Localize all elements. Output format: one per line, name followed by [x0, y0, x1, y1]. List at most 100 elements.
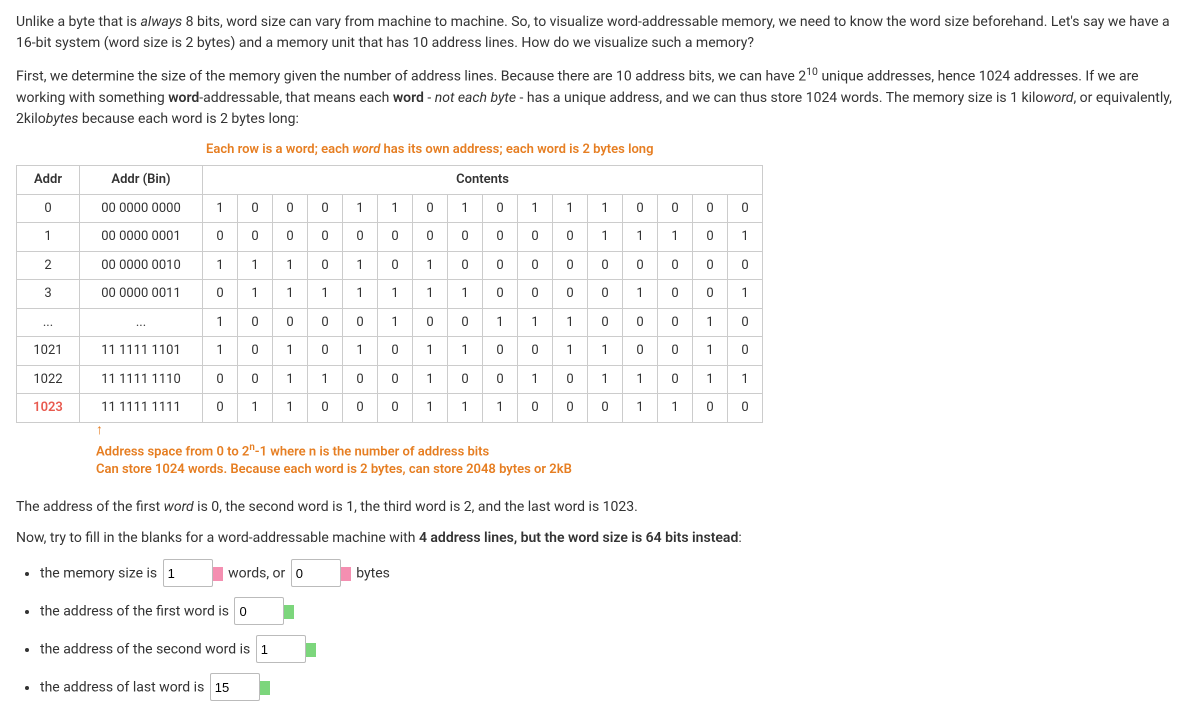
second-word-addr-input[interactable]	[256, 635, 306, 663]
bit-cell: 1	[343, 194, 378, 223]
diagram-bottom-caption: Address space from 0 to 2n-1 where n is …	[96, 441, 1184, 480]
text: Address space from 0 to 2	[96, 444, 249, 459]
last-word-addr-input[interactable]	[210, 673, 260, 701]
bit-cell: 0	[553, 365, 588, 394]
bit-cell: 1	[343, 251, 378, 280]
bit-cell: 0	[238, 365, 273, 394]
bit-cell: 1	[413, 365, 448, 394]
bit-cell: 0	[343, 394, 378, 423]
text: because each word is 2 bytes long:	[78, 111, 299, 127]
bit-cell: 0	[448, 251, 483, 280]
bit-cell: 1	[693, 337, 728, 366]
text: -addressable, that means each	[199, 90, 393, 106]
bit-cell: 1	[623, 394, 658, 423]
status-chip-icon	[260, 681, 270, 695]
bit-cell: 0	[483, 194, 518, 223]
bit-cell: 0	[728, 308, 763, 337]
list-item: the address of last word is	[40, 673, 1184, 701]
bit-cell: 0	[483, 280, 518, 309]
text: is 0, the second word is 1, the third wo…	[194, 499, 638, 515]
bit-cell: 0	[203, 223, 238, 252]
bit-cell: 0	[203, 280, 238, 309]
bit-cell: 1	[483, 308, 518, 337]
bit-cell: 0	[623, 251, 658, 280]
bit-cell: 1	[413, 251, 448, 280]
bit-cell: 1	[378, 194, 413, 223]
addr-cell: 0	[17, 194, 80, 223]
bit-cell: 1	[273, 337, 308, 366]
bit-cell: 1	[728, 223, 763, 252]
text: the address of last word is	[40, 680, 208, 696]
memory-size-words-input[interactable]	[163, 559, 213, 587]
bit-cell: 1	[273, 394, 308, 423]
bit-cell: 0	[378, 394, 413, 423]
bit-cell: 0	[308, 194, 343, 223]
bit-cell: 0	[413, 308, 448, 337]
bit-cell: 0	[693, 223, 728, 252]
bit-cell: 1	[553, 337, 588, 366]
bit-cell: 1	[518, 365, 553, 394]
bit-cell: 0	[518, 280, 553, 309]
bit-cell: 0	[623, 194, 658, 223]
bit-cell: 0	[588, 280, 623, 309]
bit-cell: 1	[413, 337, 448, 366]
diagram-top-caption: Each row is a word; each word has its ow…	[206, 140, 1184, 160]
bit-cell: 1	[448, 280, 483, 309]
list-item: the memory size is words, or bytes	[40, 559, 1184, 587]
bit-cell: 0	[553, 280, 588, 309]
arrow-up-icon: ↑	[96, 423, 1184, 437]
first-word-addr-input[interactable]	[234, 597, 284, 625]
bit-cell: 0	[413, 223, 448, 252]
bit-cell: 0	[658, 365, 693, 394]
addr-cell: 1021	[17, 337, 80, 366]
text-em: word	[164, 499, 194, 515]
text-bold: word	[393, 90, 424, 106]
text: 8 bits, word size can vary from machine …	[16, 14, 1170, 51]
bit-cell: 0	[623, 337, 658, 366]
bit-cell: 0	[378, 223, 413, 252]
addr-bin-cell: 00 0000 0000	[80, 194, 203, 223]
bit-cell: 0	[378, 337, 413, 366]
bit-cell: 0	[658, 308, 693, 337]
bit-cell: 0	[203, 394, 238, 423]
bit-cell: 1	[203, 194, 238, 223]
bit-cell: 0	[623, 308, 658, 337]
addr-cell: 1022	[17, 365, 80, 394]
addr-bin-cell: 11 1111 1101	[80, 337, 203, 366]
bit-cell: 0	[658, 251, 693, 280]
addr-cell: 1	[17, 223, 80, 252]
addr-bin-cell: 11 1111 1110	[80, 365, 203, 394]
bit-cell: 0	[413, 194, 448, 223]
bit-cell: 0	[378, 365, 413, 394]
addr-bin-cell: 00 0000 0010	[80, 251, 203, 280]
bit-cell: 0	[238, 337, 273, 366]
addr-cell: 3	[17, 280, 80, 309]
table-row: 102111 1111 11011010101100110010	[17, 337, 763, 366]
addr-cell: ...	[17, 308, 80, 337]
bit-cell: 0	[343, 223, 378, 252]
bit-cell: 1	[238, 251, 273, 280]
bit-cell: 0	[308, 308, 343, 337]
bit-cell: 0	[273, 223, 308, 252]
bit-cell: 1	[483, 394, 518, 423]
status-chip-icon	[306, 643, 316, 657]
col-header-addr: Addr	[17, 166, 80, 195]
text: - has a unique address, and we can thus …	[516, 90, 1043, 106]
text: the address of the first word is	[40, 604, 232, 620]
superscript: 10	[806, 65, 818, 78]
table-row: ......1000010011100010	[17, 308, 763, 337]
memory-size-bytes-input[interactable]	[291, 559, 341, 587]
bit-cell: 0	[308, 337, 343, 366]
bit-cell: 1	[378, 280, 413, 309]
bit-cell: 1	[588, 365, 623, 394]
bit-cell: 0	[693, 194, 728, 223]
bit-cell: 1	[413, 280, 448, 309]
bit-cell: 1	[448, 394, 483, 423]
bit-cell: 0	[693, 394, 728, 423]
bit-cell: 0	[238, 223, 273, 252]
addr-bin-cell: 00 0000 0011	[80, 280, 203, 309]
bit-cell: 1	[518, 194, 553, 223]
bit-cell: 1	[623, 280, 658, 309]
bit-cell: 0	[483, 337, 518, 366]
text: bytes	[356, 566, 390, 582]
